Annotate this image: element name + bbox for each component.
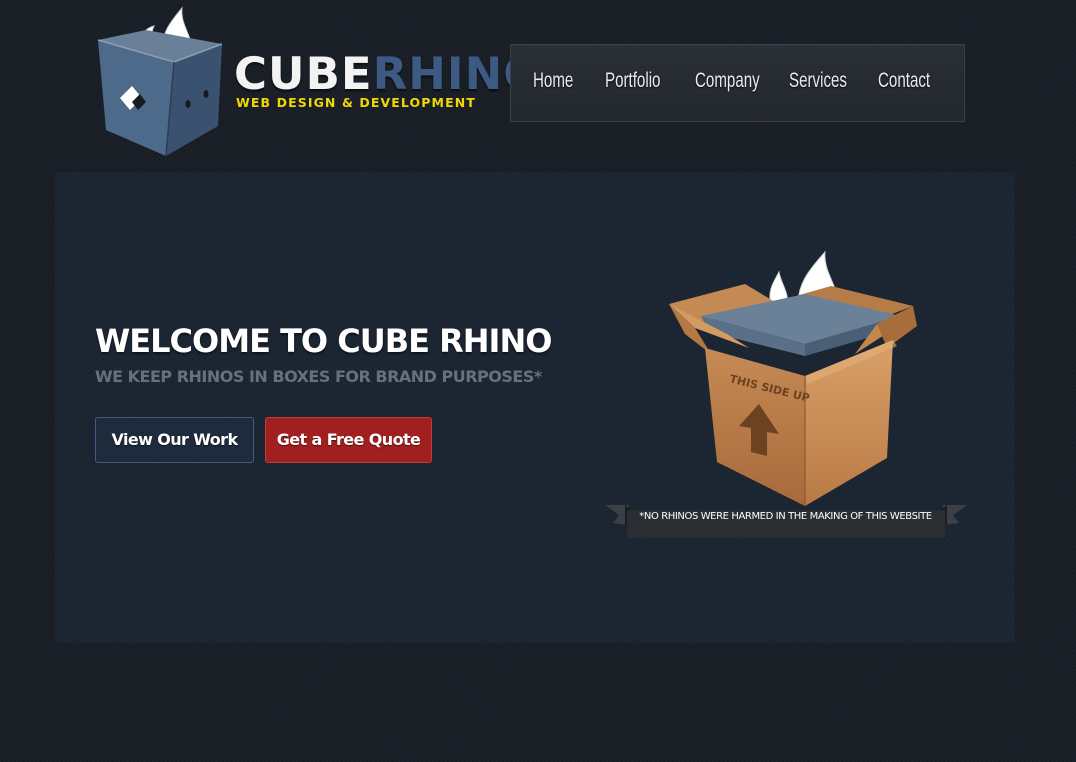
disclaimer-text: *NO RHINOS WERE HARMED IN THE MAKING OF …	[639, 511, 932, 522]
logo-name-part1: CUBE	[234, 48, 373, 101]
nav-item-services[interactable]: Services	[789, 69, 847, 93]
hero-title: WELCOME TO CUBE RHINO	[95, 322, 552, 360]
main-nav: Home Portfolio Company Services Contact	[510, 44, 965, 122]
nav-item-contact[interactable]: Contact	[878, 69, 930, 93]
logo-wordmark[interactable]: CUBERHINO WEB DESIGN & DEVELOPMENT	[234, 52, 542, 114]
view-our-work-button[interactable]: View Our Work	[95, 417, 254, 463]
logo-rhino-cube-icon[interactable]	[94, 6, 228, 162]
get-free-quote-button[interactable]: Get a Free Quote	[265, 417, 432, 463]
nav-item-home[interactable]: Home	[533, 69, 573, 93]
nav-item-portfolio[interactable]: Portfolio	[605, 69, 660, 93]
hero-banner: WELCOME TO CUBE RHINO WE KEEP RHINOS IN …	[55, 172, 1015, 643]
rhino-in-box-illustration: THIS SIDE UP	[669, 250, 917, 506]
nav-item-company[interactable]: Company	[695, 69, 760, 93]
logo-name: CUBERHINO	[234, 52, 542, 97]
hero-subtitle: WE KEEP RHINOS IN BOXES FOR BRAND PURPOS…	[95, 367, 542, 386]
logo-tagline: WEB DESIGN & DEVELOPMENT	[236, 95, 476, 110]
